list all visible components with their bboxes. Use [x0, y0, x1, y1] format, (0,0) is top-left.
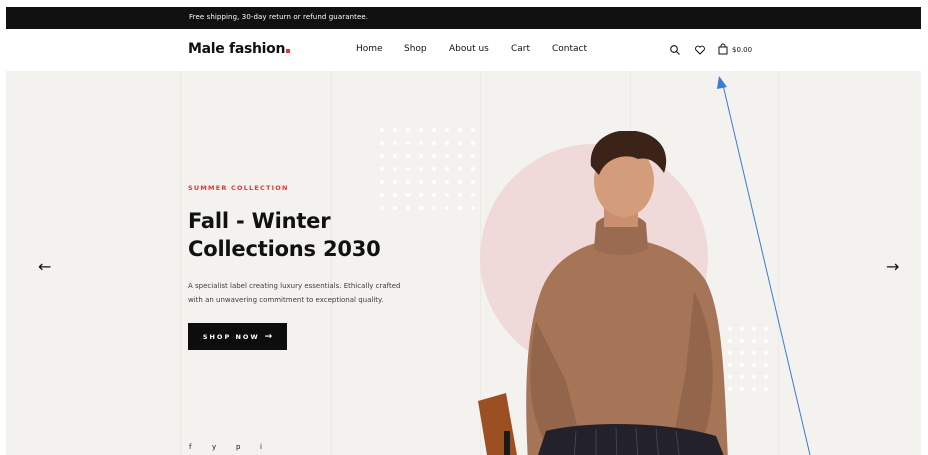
- arrow-right-icon: →: [264, 331, 273, 342]
- model-image: [478, 131, 728, 455]
- pattern-dot: [419, 141, 423, 145]
- grid-line: [180, 71, 181, 455]
- pattern-dot: [380, 154, 384, 158]
- cart-price[interactable]: $0.00: [732, 46, 752, 54]
- hero-title: Fall - Winter Collections 2030: [188, 207, 448, 263]
- nav-contact[interactable]: Contact: [552, 44, 587, 54]
- pattern-dot: [458, 206, 462, 210]
- pattern-dot: [380, 180, 384, 184]
- pattern-dot: [393, 167, 397, 171]
- pattern-dot: [380, 193, 384, 197]
- pattern-dot: [445, 141, 449, 145]
- pattern-dot: [419, 128, 423, 132]
- hero-title-line1: Fall - Winter: [188, 209, 331, 233]
- nav-cart[interactable]: Cart: [511, 44, 530, 54]
- pattern-dot: [458, 167, 462, 171]
- pattern-dot: [406, 141, 410, 145]
- hero-subtitle: SUMMER COLLECTION: [188, 184, 289, 192]
- twitter-icon[interactable]: y: [212, 443, 216, 451]
- pattern-dot: [393, 128, 397, 132]
- pattern-dot: [380, 141, 384, 145]
- pattern-dot: [432, 180, 436, 184]
- pattern-dot: [432, 167, 436, 171]
- pattern-dot: [380, 167, 384, 171]
- next-slide-arrow-icon[interactable]: →: [886, 257, 899, 276]
- facebook-icon[interactable]: f: [189, 443, 191, 451]
- prev-slide-arrow-icon[interactable]: ←: [38, 257, 51, 276]
- logo-text: Male fashion: [188, 41, 286, 57]
- announcement-text: Free shipping, 30-day return or refund g…: [189, 13, 369, 21]
- pattern-dot: [419, 180, 423, 184]
- pattern-dot: [393, 141, 397, 145]
- pattern-dot: [458, 154, 462, 158]
- announcement-bar: Free shipping, 30-day return or refund g…: [6, 7, 921, 29]
- pattern-dot: [432, 193, 436, 197]
- pattern-dot: [406, 154, 410, 158]
- search-icon[interactable]: [669, 44, 681, 56]
- pattern-dot: [432, 154, 436, 158]
- nav-about-us[interactable]: About us: [449, 44, 489, 54]
- pattern-dot: [432, 128, 436, 132]
- pattern-dot: [406, 193, 410, 197]
- site-header: Male fashion Home Shop About us Cart Con…: [6, 29, 921, 71]
- pattern-dot: [393, 180, 397, 184]
- shop-now-button[interactable]: SHOP NOW →: [188, 323, 287, 350]
- pattern-dot: [419, 193, 423, 197]
- grid-line: [778, 71, 779, 455]
- pattern-dot: [445, 128, 449, 132]
- pattern-dot: [445, 167, 449, 171]
- pattern-dot: [380, 128, 384, 132]
- pattern-dot: [419, 167, 423, 171]
- pinterest-icon[interactable]: p: [236, 443, 240, 451]
- pattern-dot: [419, 154, 423, 158]
- nav-shop[interactable]: Shop: [404, 44, 427, 54]
- pattern-dot: [406, 167, 410, 171]
- pattern-dot: [458, 128, 462, 132]
- pattern-dot: [406, 128, 410, 132]
- pattern-dot: [393, 154, 397, 158]
- pattern-dot: [458, 193, 462, 197]
- nav-home[interactable]: Home: [356, 44, 383, 54]
- pattern-dot: [445, 193, 449, 197]
- hero-slider: SUMMER COLLECTION Fall - Winter Collecti…: [6, 71, 921, 455]
- pattern-dot: [406, 180, 410, 184]
- pattern-dot: [445, 154, 449, 158]
- hero-title-line2: Collections 2030: [188, 237, 381, 261]
- pattern-dot: [458, 141, 462, 145]
- shop-now-label: SHOP NOW: [202, 332, 260, 341]
- site-logo[interactable]: Male fashion: [188, 41, 291, 57]
- pattern-dot: [393, 193, 397, 197]
- hero-description-line1: A specialist label creating luxury essen…: [188, 282, 401, 290]
- grid-line: [331, 71, 332, 455]
- pattern-dot: [445, 180, 449, 184]
- logo-dot: [286, 49, 291, 53]
- hero-description: A specialist label creating luxury essen…: [188, 279, 418, 307]
- instagram-icon[interactable]: i: [260, 443, 262, 451]
- pattern-dot: [432, 141, 436, 145]
- shopping-bag-icon[interactable]: [717, 43, 729, 55]
- heart-icon[interactable]: [694, 44, 706, 56]
- hero-description-line2: with an unwavering commitment to excepti…: [188, 296, 384, 304]
- pattern-dot: [458, 180, 462, 184]
